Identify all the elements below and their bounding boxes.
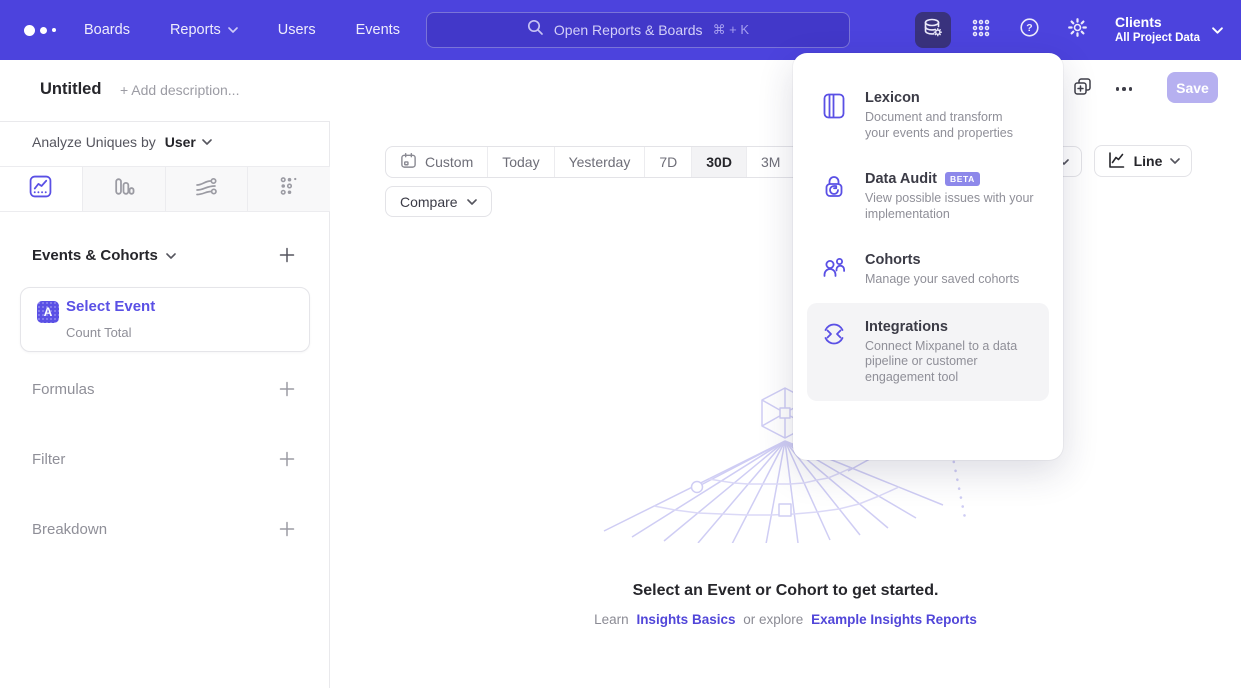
mixpanel-logo[interactable] xyxy=(24,25,70,36)
nav-items: Boards Reports Users Events xyxy=(84,22,400,38)
settings-button[interactable] xyxy=(1059,12,1095,48)
menu-item-lexicon[interactable]: Lexicon Document and transform your even… xyxy=(807,75,1049,156)
duplicate-icon xyxy=(1073,77,1092,101)
filter-section-label: Filter xyxy=(32,451,65,468)
events-cohorts-header[interactable]: Events & Cohorts xyxy=(32,247,176,264)
add-breakdown-button[interactable] xyxy=(278,520,296,538)
nav-item-events[interactable]: Events xyxy=(356,22,400,38)
search-icon xyxy=(527,19,544,41)
report-title[interactable]: Untitled xyxy=(40,80,101,99)
bar-chart-icon xyxy=(112,175,135,203)
tab-insights-line[interactable] xyxy=(0,167,82,211)
menu-item-title: Integrations xyxy=(865,319,948,335)
insights-basics-link[interactable]: Insights Basics xyxy=(636,612,735,627)
breakdown-section-label: Breakdown xyxy=(32,521,107,538)
example-reports-link[interactable]: Example Insights Reports xyxy=(811,612,977,627)
search-shortcut: ⌘ + K xyxy=(713,22,750,38)
menu-item-title: Cohorts xyxy=(865,252,921,268)
nav-item-reports[interactable]: Reports xyxy=(170,22,238,38)
global-search-input[interactable]: Open Reports & Boards ⌘ + K xyxy=(426,12,850,48)
select-event-label[interactable]: Select Event xyxy=(66,298,155,315)
svg-text:?: ? xyxy=(1026,22,1032,34)
analyze-label: Analyze Uniques by xyxy=(32,134,156,150)
menu-item-description: Manage your saved cohorts xyxy=(865,272,1019,288)
gear-icon xyxy=(1067,17,1088,43)
chart-type-dropdown-button[interactable]: Line xyxy=(1094,145,1192,177)
add-event-button[interactable] xyxy=(278,246,296,264)
project-selector[interactable]: Clients All Project Data xyxy=(1115,14,1223,46)
duplicate-button[interactable] xyxy=(1070,77,1094,101)
question-circle-icon: ? xyxy=(1019,17,1040,43)
integrations-icon xyxy=(820,319,848,386)
visualization-tabs xyxy=(0,166,330,212)
data-audit-icon xyxy=(820,171,848,222)
database-gear-icon xyxy=(922,17,944,44)
more-options-button[interactable] xyxy=(1110,77,1138,101)
query-sidebar: Analyze Uniques by User xyxy=(0,122,330,688)
chevron-down-icon xyxy=(202,139,212,145)
project-name: All Project Data xyxy=(1115,31,1200,46)
tab-flow-chart[interactable] xyxy=(165,167,248,211)
cohorts-icon xyxy=(820,252,848,288)
menu-item-title: Data Audit xyxy=(865,171,937,187)
range-30d[interactable]: 30D xyxy=(692,147,747,177)
select-event-card[interactable]: A Select Event Count Total xyxy=(20,287,310,352)
formulas-section-label: Formulas xyxy=(32,381,95,398)
lexicon-icon xyxy=(820,90,848,141)
menu-item-description: Connect Mixpanel to a data pipeline or c… xyxy=(865,339,1017,386)
top-nav: Boards Reports Users Events Open Reports… xyxy=(0,0,1241,60)
range-yesterday[interactable]: Yesterday xyxy=(555,147,646,177)
dots-grid-icon xyxy=(278,175,301,203)
nav-item-boards[interactable]: Boards xyxy=(84,22,130,38)
apps-grid-button[interactable] xyxy=(963,12,999,48)
add-formula-button[interactable] xyxy=(278,380,296,398)
calendar-icon xyxy=(400,152,417,172)
line-chart-icon xyxy=(29,175,52,203)
add-filter-button[interactable] xyxy=(278,450,296,468)
tab-bar-chart[interactable] xyxy=(82,167,165,211)
chevron-down-icon xyxy=(1170,158,1180,164)
data-management-button[interactable] xyxy=(915,12,951,48)
add-description-field[interactable]: + Add description... xyxy=(120,82,239,98)
org-name: Clients xyxy=(1115,14,1200,31)
analyze-row: Analyze Uniques by User xyxy=(32,134,212,150)
compare-button[interactable]: Compare xyxy=(385,186,492,217)
menu-item-cohorts[interactable]: Cohorts Manage your saved cohorts xyxy=(807,237,1049,303)
learn-prefix: Learn xyxy=(594,612,629,627)
menu-item-integrations[interactable]: Integrations Connect Mixpanel to a data … xyxy=(807,303,1049,402)
date-range-selector: Custom Today Yesterday 7D 30D 3M 6M xyxy=(385,146,844,178)
beta-badge: BETA xyxy=(945,172,980,186)
explore-prefix: or explore xyxy=(743,612,803,627)
menu-item-title: Lexicon xyxy=(865,90,920,106)
chevron-down-icon xyxy=(467,199,477,205)
range-7d[interactable]: 7D xyxy=(645,147,692,177)
range-today[interactable]: Today xyxy=(488,147,554,177)
menu-item-data-audit[interactable]: Data Audit BETA View possible issues wit… xyxy=(807,156,1049,237)
search-placeholder: Open Reports & Boards xyxy=(554,22,703,38)
count-total-label[interactable]: Count Total xyxy=(66,325,132,340)
help-button[interactable]: ? xyxy=(1011,12,1047,48)
chevron-down-icon xyxy=(1212,27,1223,34)
line-axis-icon xyxy=(1106,150,1126,173)
chevron-down-icon xyxy=(228,27,238,33)
grid-dots-icon xyxy=(971,18,991,43)
empty-state-links: Learn Insights Basics or explore Example… xyxy=(330,612,1241,627)
nav-item-users[interactable]: Users xyxy=(278,22,316,38)
flow-icon xyxy=(194,175,218,204)
range-custom[interactable]: Custom xyxy=(386,147,488,177)
save-button[interactable]: Save xyxy=(1167,72,1218,103)
menu-item-description: Document and transform your events and p… xyxy=(865,110,1013,141)
menu-item-description: View possible issues with your implement… xyxy=(865,191,1034,222)
chevron-down-icon xyxy=(166,253,176,259)
analyze-by-dropdown[interactable]: User xyxy=(165,134,212,150)
tab-metric[interactable] xyxy=(247,167,330,211)
series-badge: A xyxy=(37,301,59,323)
data-management-menu: Lexicon Document and transform your even… xyxy=(793,53,1063,460)
empty-state-title: Select an Event or Cohort to get started… xyxy=(330,582,1241,600)
range-3m[interactable]: 3M xyxy=(747,147,795,177)
